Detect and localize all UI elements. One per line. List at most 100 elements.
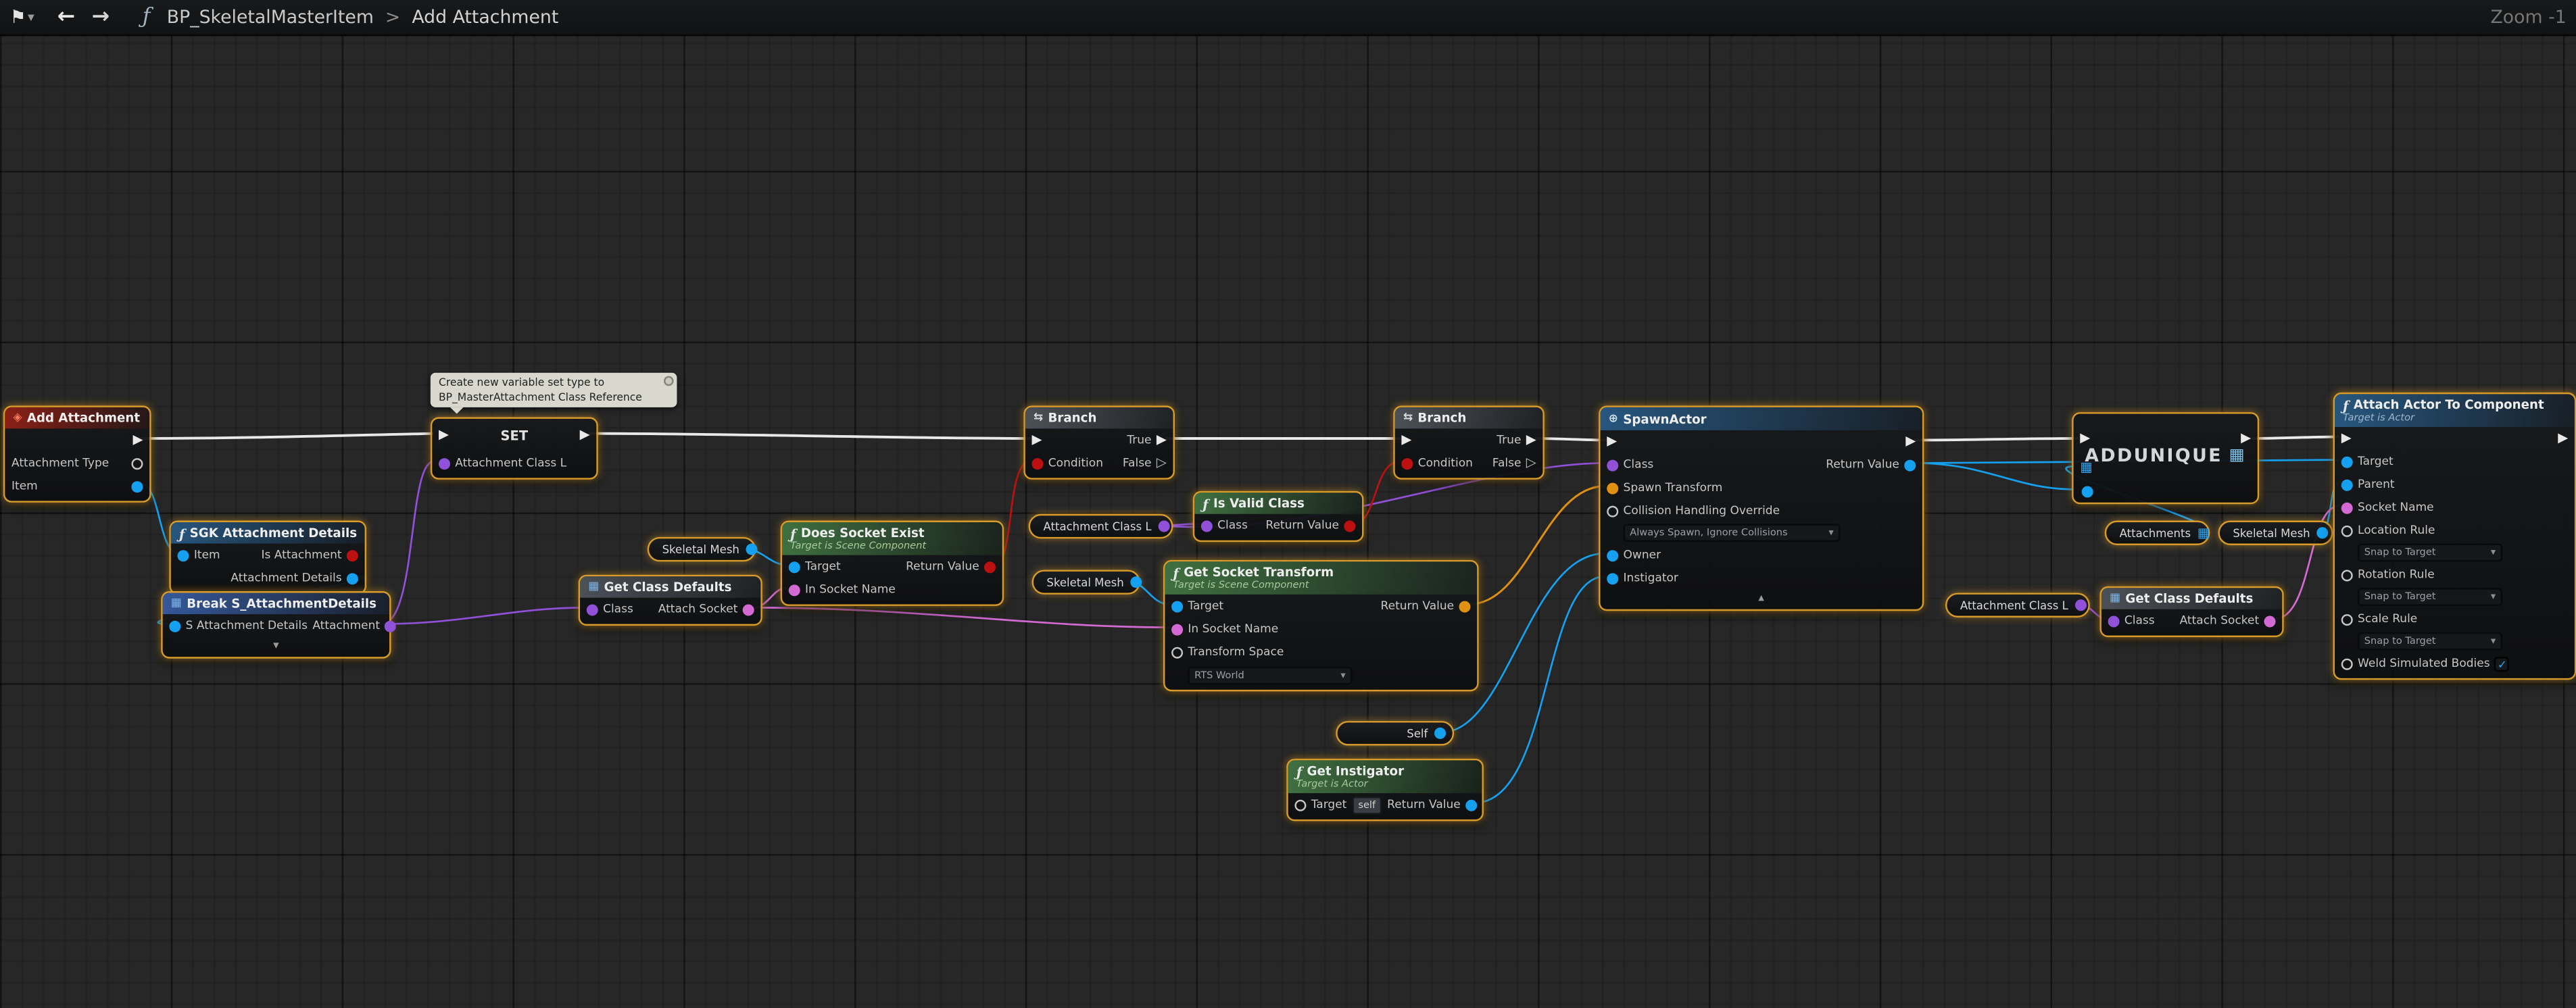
node-branch[interactable]: ⇆ Branch ▶ True▶ Condition False▷ — [1023, 405, 1175, 479]
var-attachments[interactable]: Attachments ▦ — [2105, 521, 2210, 545]
self-pin[interactable] — [1434, 728, 1446, 739]
is-attachment-pin[interactable] — [347, 549, 358, 561]
var-skeletal-mesh[interactable]: Skeletal Mesh — [648, 537, 756, 561]
transform-space-dropdown[interactable]: RTS World ▾ — [1188, 666, 1352, 684]
target-pin[interactable] — [789, 561, 800, 572]
var-self[interactable]: Self — [1336, 721, 1454, 745]
in-socket-name-pin[interactable] — [789, 584, 800, 595]
node-sgk-attachment-details[interactable]: ƒ SGK Attachment Details Item Is Attachm… — [169, 521, 366, 595]
var-attachment-class[interactable]: Attachment Class L — [1945, 593, 2090, 617]
node-attach-actor-to-component[interactable]: ƒAttach Actor To Component Target is Act… — [2333, 393, 2576, 680]
new-item-pin[interactable] — [2082, 486, 2093, 497]
return-value-pin[interactable] — [1465, 799, 1477, 811]
return-value-pin[interactable] — [1904, 459, 1916, 470]
collision-handling-pin[interactable] — [1607, 505, 1618, 516]
attachment-class-pin[interactable] — [2075, 599, 2087, 611]
breadcrumb-leaf[interactable]: Add Attachment — [412, 7, 558, 28]
breadcrumb-root[interactable]: BP_SkeletalMasterItem — [167, 7, 374, 28]
attach-socket-pin[interactable] — [743, 603, 754, 615]
target-pin[interactable] — [2341, 456, 2353, 468]
attachment-type-pin[interactable] — [131, 457, 143, 469]
item-pin[interactable] — [131, 480, 143, 492]
node-get-class-defaults[interactable]: ▦ Get Class Defaults Class Attach Socket — [2099, 586, 2283, 637]
exec-in-pin[interactable]: ▶ — [1401, 434, 1411, 447]
node-get-socket-transform[interactable]: ƒGet Socket Transform Target is Scene Co… — [1163, 560, 1479, 691]
node-spawn-actor[interactable]: ⊕ SpawnActor ▶ ▶ Class Return Value Spaw… — [1599, 405, 1924, 611]
instigator-pin[interactable] — [1607, 572, 1618, 584]
var-skeletal-mesh[interactable]: Skeletal Mesh — [2218, 521, 2333, 545]
exec-out-pin[interactable]: ▶ — [2241, 432, 2251, 445]
transform-space-pin[interactable] — [1171, 646, 1183, 657]
target-literal[interactable]: self — [1352, 796, 1382, 814]
true-exec-pin[interactable]: ▶ — [1157, 434, 1167, 447]
weld-simulated-bodies-pin[interactable] — [2341, 657, 2353, 669]
location-rule-dropdown[interactable]: Snap to Target ▾ — [2358, 544, 2502, 562]
struct-input-pin[interactable] — [169, 620, 180, 632]
attachments-array-pin[interactable]: ▦ — [2197, 526, 2210, 539]
class-input-pin[interactable] — [587, 603, 598, 615]
node-add-attachment-event[interactable]: ◈ Add Attachment ▶ Attachment Type Item — [3, 405, 151, 502]
collision-handling-dropdown[interactable]: Always Spawn, Ignore Collisions ▾ — [1624, 524, 1841, 542]
comment-bubble[interactable]: Create new variable set type to BP_Maste… — [431, 373, 677, 408]
bubble-pin-icon[interactable] — [664, 376, 674, 386]
exec-out-pin[interactable]: ▶ — [133, 434, 143, 447]
false-exec-pin[interactable]: ▷ — [1157, 457, 1167, 470]
item-input-pin[interactable] — [178, 549, 189, 561]
attachment-details-pin[interactable] — [347, 572, 358, 584]
exec-in-pin[interactable]: ▶ — [2080, 432, 2090, 445]
target-pin[interactable] — [1171, 600, 1183, 611]
exec-in-pin[interactable]: ▶ — [1607, 435, 1617, 448]
skeletal-mesh-pin[interactable] — [1130, 576, 1142, 588]
collapse-chevron-icon[interactable]: ▾ — [163, 637, 389, 653]
node-add-unique[interactable]: ▶ ▶ ▦ ADDUNIQUE ▦ — [2072, 412, 2259, 504]
attachment-output-pin[interactable] — [385, 620, 396, 632]
class-pin[interactable] — [1607, 459, 1618, 470]
scale-rule-pin[interactable] — [2341, 613, 2353, 625]
true-exec-pin[interactable]: ▶ — [1526, 434, 1536, 447]
node-get-class-defaults[interactable]: ▦ Get Class Defaults Class Attach Socket — [579, 575, 762, 626]
scale-rule-dropdown[interactable]: Snap to Target ▾ — [2358, 632, 2502, 651]
exec-in-pin[interactable]: ▶ — [439, 428, 449, 441]
exec-out-pin[interactable]: ▶ — [1905, 435, 1916, 448]
rotation-rule-pin[interactable] — [2341, 569, 2353, 580]
node-set-attachment-class[interactable]: ▶ SET ▶ Attachment Class L — [431, 417, 598, 479]
attachment-class-pin[interactable] — [1158, 521, 1169, 532]
skeletal-mesh-pin[interactable] — [746, 544, 758, 555]
bookmark-icon[interactable]: ⚑ — [10, 7, 26, 28]
attach-socket-pin[interactable] — [2264, 615, 2276, 626]
node-branch[interactable]: ⇆ Branch ▶ True▶ Condition False▷ — [1393, 405, 1545, 479]
exec-in-pin[interactable]: ▶ — [2341, 432, 2352, 445]
false-exec-pin[interactable]: ▷ — [1526, 457, 1536, 470]
node-does-socket-exist[interactable]: ƒDoes Socket Exist Target is Scene Compo… — [781, 521, 1004, 606]
forward-arrow-icon[interactable]: → — [92, 5, 110, 29]
class-input-pin[interactable] — [2108, 615, 2120, 626]
exec-out-pin[interactable]: ▶ — [580, 428, 590, 441]
condition-pin[interactable] — [1031, 457, 1043, 469]
var-attachment-class[interactable]: Attachment Class L — [1029, 514, 1173, 538]
exec-out-pin[interactable]: ▶ — [2558, 432, 2568, 445]
class-input-pin[interactable] — [1201, 520, 1213, 531]
weld-checkbox[interactable]: ✓ — [2495, 656, 2510, 671]
node-is-valid-class[interactable]: ƒ Is Valid Class Class Return Value — [1193, 491, 1364, 542]
bookmark-caret-icon[interactable]: ▾ — [28, 10, 34, 25]
var-skeletal-mesh[interactable]: Skeletal Mesh — [1031, 570, 1140, 594]
return-value-pin[interactable] — [984, 561, 996, 572]
return-value-pin[interactable] — [1459, 600, 1470, 611]
exec-in-pin[interactable]: ▶ — [1031, 434, 1042, 447]
target-pin[interactable] — [1294, 799, 1306, 811]
back-arrow-icon[interactable]: ← — [57, 5, 76, 29]
socket-name-pin[interactable] — [2341, 502, 2353, 513]
skeletal-mesh-pin[interactable] — [2316, 527, 2328, 538]
attachment-class-pin[interactable] — [439, 457, 450, 469]
collapse-chevron-icon[interactable]: ▴ — [1601, 590, 1922, 606]
rotation-rule-dropdown[interactable]: Snap to Target ▾ — [2358, 588, 2502, 606]
spawn-transform-pin[interactable] — [1607, 482, 1618, 493]
node-break-attachment-details[interactable]: ▦ Break S_AttachmentDetails S Attachment… — [161, 591, 391, 659]
parent-pin[interactable] — [2341, 479, 2353, 490]
owner-pin[interactable] — [1607, 549, 1618, 561]
node-get-instigator[interactable]: ƒGet Instigator Target is Actor Target s… — [1286, 759, 1484, 821]
location-rule-pin[interactable] — [2341, 525, 2353, 536]
condition-pin[interactable] — [1401, 457, 1413, 469]
in-socket-name-pin[interactable] — [1171, 623, 1183, 634]
return-value-pin[interactable] — [1344, 520, 1355, 531]
